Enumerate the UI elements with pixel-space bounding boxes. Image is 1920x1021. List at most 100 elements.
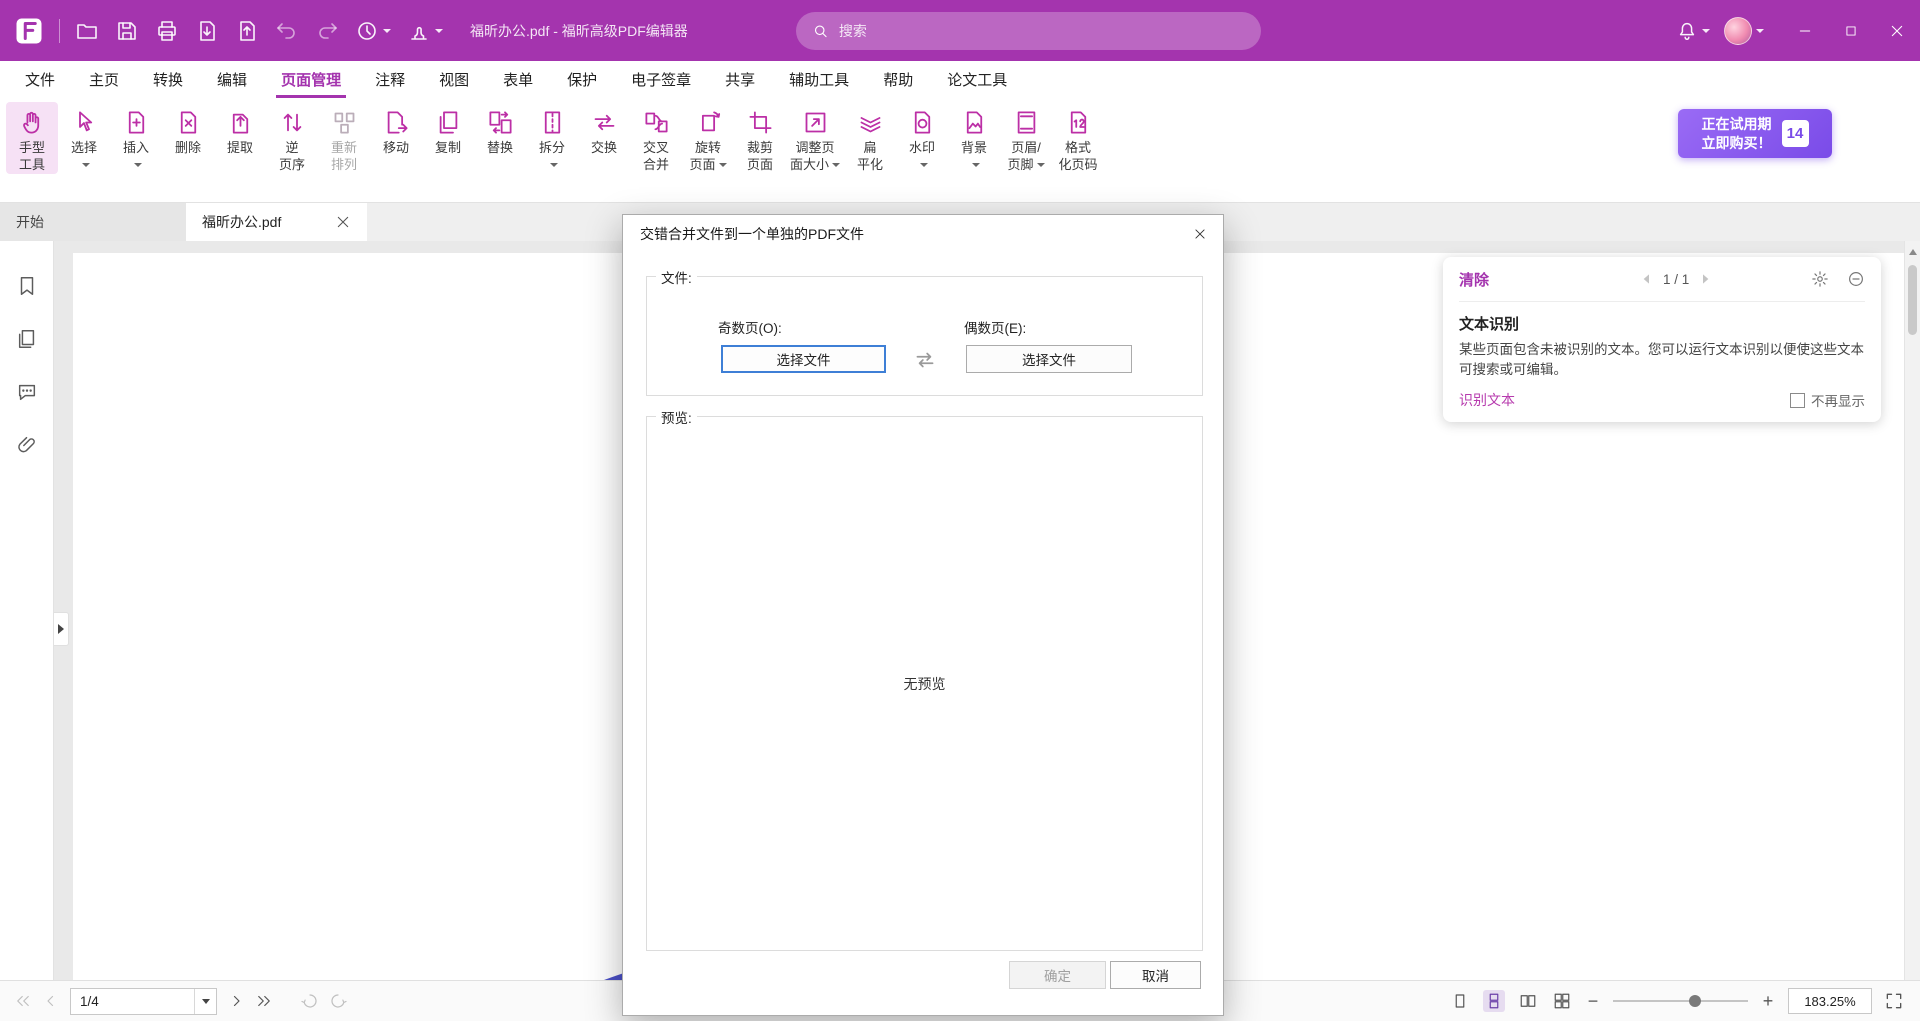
attachments-panel-icon[interactable] [16,434,38,456]
next-page-button[interactable] [227,992,245,1010]
zoom-slider-thumb[interactable] [1689,995,1701,1007]
menu-item[interactable]: 共享 [708,61,772,98]
ribbon-tool[interactable]: 重新 排列 [318,102,370,174]
quick-action-button[interactable] [235,19,259,43]
ribbon-tool[interactable]: 旋转 页面 [682,102,734,174]
quick-action-button[interactable] [155,19,179,43]
bookmarks-panel-icon[interactable] [16,275,38,297]
menu-item[interactable]: 转换 [136,61,200,98]
tab-close-icon[interactable] [335,214,351,230]
swap-files-icon[interactable] [912,347,938,373]
menu-item[interactable]: 保护 [550,61,614,98]
ribbon-tool[interactable]: 格式 化页码 [1052,102,1104,174]
ok-button[interactable]: 确定 [1009,961,1106,989]
menu-item[interactable]: 注释 [358,61,422,98]
account-button[interactable] [1724,17,1764,45]
tab-document[interactable]: 福昕办公.pdf [186,203,367,241]
tab-start[interactable]: 开始 [0,203,186,241]
ribbon-tool[interactable]: 替换 [474,102,526,174]
search-box[interactable] [796,12,1261,50]
ribbon-tool[interactable]: 页眉/ 页脚 [1000,102,1052,174]
select-even-file-button[interactable]: 选择文件 [966,345,1132,373]
facing-continuous-view-button[interactable] [1551,990,1573,1012]
ribbon-tool[interactable]: 交换 [578,102,630,174]
quick-action-button[interactable] [407,19,443,43]
continuous-view-button[interactable] [1483,990,1505,1012]
ribbon-tool[interactable]: 裁剪 页面 [734,102,786,174]
ribbon-tool[interactable]: 选择 [58,102,110,174]
dont-show-checkbox[interactable] [1790,393,1805,408]
ribbon-tool-label-2: 平化 [857,156,883,173]
scroll-up-icon[interactable] [1909,249,1917,255]
ribbon-tool[interactable]: 水印 [896,102,948,174]
first-page-button[interactable] [14,992,32,1010]
ribbon-tool[interactable]: 交叉 合并 [630,102,682,174]
ribbon-tool[interactable]: 复制 [422,102,474,174]
last-page-button[interactable] [255,992,273,1010]
page-combo-dropdown[interactable] [194,989,216,1014]
menu-item[interactable]: 帮助 [866,61,930,98]
facing-view-button[interactable] [1517,990,1539,1012]
prev-message-icon[interactable] [1639,271,1655,287]
menu-item[interactable]: 页面管理 [264,61,358,98]
single-page-view-button[interactable] [1449,990,1471,1012]
quick-action-button[interactable] [275,19,299,43]
scrollbar-thumb[interactable] [1908,265,1917,335]
ribbon-tool-icon [123,109,150,136]
ribbon-tool-label: 插入 [123,139,149,156]
ribbon-tool[interactable]: 提取 [214,102,266,174]
ribbon-tool-label: 水印 [909,139,935,156]
ribbon-tool[interactable]: 逆 页序 [266,102,318,174]
menu-item[interactable]: 电子签章 [614,61,708,98]
gear-icon[interactable] [1811,270,1829,288]
select-odd-file-button[interactable]: 选择文件 [721,345,886,373]
pages-panel-icon[interactable] [16,328,38,350]
quick-action-button[interactable] [115,19,139,43]
search-input[interactable] [839,23,1245,39]
ribbon-tool-label: 背景 [961,139,987,156]
menu-item[interactable]: 论文工具 [930,61,1024,98]
zoom-in-button[interactable]: + [1760,993,1776,1009]
next-view-button[interactable] [329,992,347,1010]
quick-action-button[interactable] [75,19,99,43]
close-button[interactable] [1874,0,1920,61]
buy-now-button[interactable]: 正在试用期 立即购买！ 14 [1678,109,1832,158]
ribbon-tool[interactable]: 拆分 [526,102,578,174]
ribbon-tool[interactable]: 手型 工具 [6,102,58,174]
next-message-icon[interactable] [1697,271,1713,287]
quick-action-button[interactable] [355,19,391,43]
previous-view-button[interactable] [301,992,319,1010]
previous-page-button[interactable] [42,992,60,1010]
zoom-out-button[interactable]: − [1585,993,1601,1009]
quick-action-button[interactable] [195,19,219,43]
zoom-level-value[interactable]: 183.25% [1788,988,1872,1014]
clear-button[interactable]: 清除 [1459,269,1489,290]
panel-expand-handle[interactable] [54,612,69,646]
menu-item[interactable]: 视图 [422,61,486,98]
menu-item[interactable]: 辅助工具 [772,61,866,98]
page-number-combo[interactable]: 1/4 [70,988,217,1015]
menu-item[interactable]: 编辑 [200,61,264,98]
collapse-panel-icon[interactable] [1847,270,1865,288]
dialog-close-button[interactable] [1177,215,1223,252]
recognize-text-link[interactable]: 识别文本 [1459,390,1515,410]
vertical-scrollbar[interactable] [1904,241,1920,980]
menu-item[interactable]: 主页 [72,61,136,98]
ribbon-tool[interactable]: 移动 [370,102,422,174]
ribbon-tool[interactable]: 调整页 面大小 [786,102,844,174]
ribbon-tool[interactable]: 背景 [948,102,1000,174]
ribbon-tool[interactable]: 扁 平化 [844,102,896,174]
ribbon-tool-icon [909,109,936,136]
menu-item[interactable]: 表单 [486,61,550,98]
comments-panel-icon[interactable] [16,381,38,403]
menu-item[interactable]: 文件 [8,61,72,98]
notifications-button[interactable] [1676,20,1710,42]
ribbon-tool[interactable]: 删除 [162,102,214,174]
maximize-button[interactable] [1828,0,1874,61]
fullscreen-icon[interactable] [1884,991,1904,1011]
zoom-slider[interactable] [1613,993,1748,1009]
ribbon-tool[interactable]: 插入 [110,102,162,174]
quick-action-button[interactable] [315,19,339,43]
cancel-button[interactable]: 取消 [1110,961,1201,989]
minimize-button[interactable] [1782,0,1828,61]
